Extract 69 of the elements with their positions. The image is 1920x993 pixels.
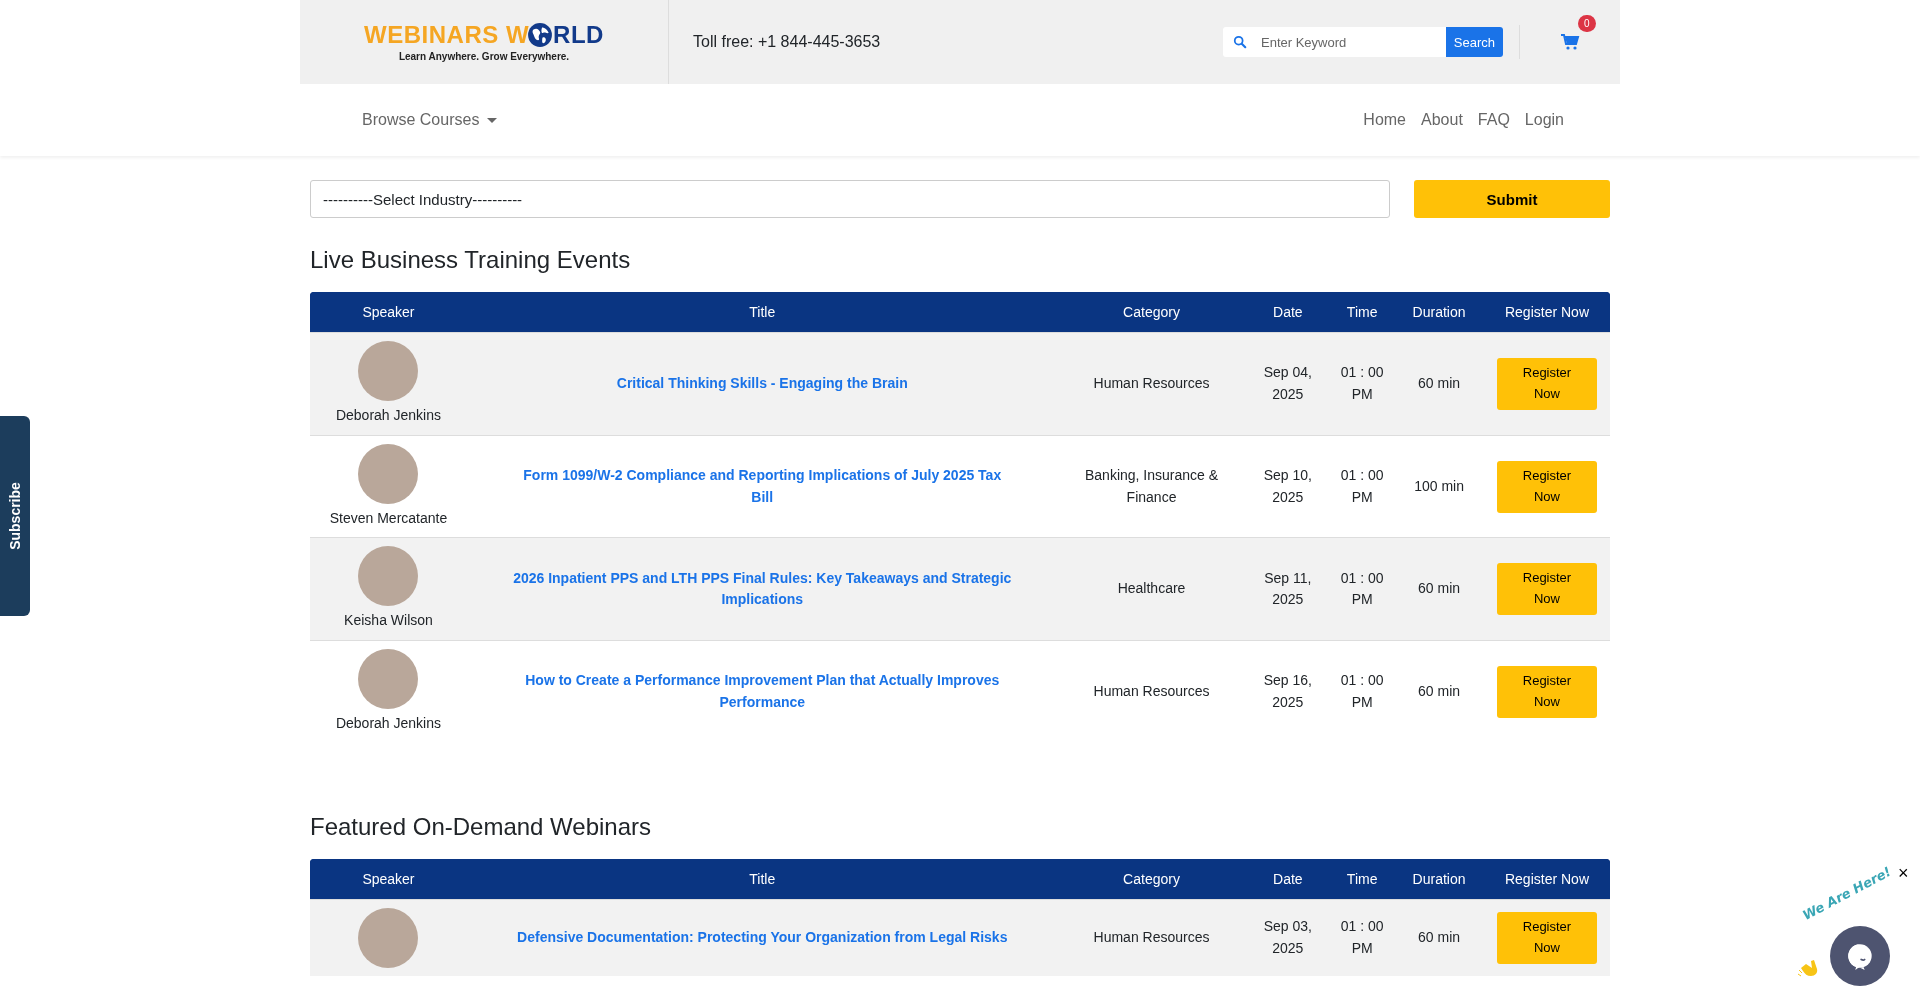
register-now-button[interactable]: Register Now <box>1497 911 1597 964</box>
date-text: Sep 03, 2025 <box>1263 918 1312 956</box>
duration-text: 60 min <box>1418 928 1461 945</box>
register-now-button[interactable]: Register Now <box>1497 460 1597 513</box>
date-text: Sep 04, 2025 <box>1263 364 1312 402</box>
column-header: Register Now <box>1484 292 1610 333</box>
industry-select[interactable]: ----------Select Industry---------- <box>310 180 1390 218</box>
search-button[interactable]: Search <box>1445 27 1503 57</box>
category-text: Human Resources <box>1093 928 1210 945</box>
date-text: Sep 16, 2025 <box>1263 672 1312 710</box>
column-header: Speaker <box>310 858 467 900</box>
column-header: Register Now <box>1484 858 1610 900</box>
register-now-button[interactable]: Register Now <box>1497 665 1597 718</box>
column-header: Time <box>1330 292 1395 333</box>
nav-link[interactable]: FAQ <box>1477 111 1510 129</box>
column-header: Title <box>466 292 1058 333</box>
column-header: Speaker <box>310 292 467 333</box>
time-text: 01 : 00 PM <box>1340 672 1384 710</box>
nav-link[interactable]: Home <box>1363 111 1406 129</box>
webinar-title-link[interactable]: Form 1099/W-2 Compliance and Reporting Implications of July 2025 Tax Bill <box>512 464 1013 509</box>
webinar-title-link[interactable]: How to Create a Performance Improvement Plan that Actually Improves Performance <box>512 670 1013 714</box>
caret-icon <box>487 117 498 123</box>
webinar-title-link[interactable]: Critical Thinking Skills - Engaging the Brain <box>616 373 908 395</box>
category-text: Healthcare <box>1117 580 1186 597</box>
webinar-title-link[interactable]: Defensive Documentation: Protecting Your Organization from Legal Risks <box>517 926 1008 949</box>
category-text: Banking, Insurance & Finance <box>1084 466 1219 505</box>
submit-button[interactable]: Submit <box>1414 180 1610 218</box>
nav-link[interactable]: Login <box>1524 111 1564 129</box>
toll-free-number: Toll free: +1 844-445-3653 <box>693 33 882 51</box>
cart-icon[interactable] <box>1560 33 1580 51</box>
section-heading: Live Business Training Events <box>310 246 632 274</box>
search-field[interactable]: Enter Keyword Search <box>1223 27 1503 57</box>
cart-count-badge: 0 <box>1578 15 1596 32</box>
speaker-name: Steven Mercatante <box>329 508 448 528</box>
time-text: 01 : 00 PM <box>1340 918 1384 956</box>
webinar-title-link[interactable]: 2026 Inpatient PPS and LTH PPS Final Rules: Key Takeaways and Strategic Implications <box>512 567 1013 611</box>
webinars-logo[interactable]: WEBINARS W RLD Learn Anywhere. Grow Everywhere. <box>364 22 604 62</box>
date-text: Sep 10, 2025 <box>1263 466 1312 505</box>
column-header: Duration <box>1394 292 1484 333</box>
column-header: Category <box>1057 858 1246 900</box>
time-text: 01 : 00 PM <box>1340 466 1384 505</box>
duration-text: 60 min <box>1418 683 1461 700</box>
column-header: Duration <box>1394 858 1484 900</box>
browse-courses-dropdown[interactable]: Browse Courses <box>356 110 504 130</box>
duration-text: 100 min <box>1414 477 1464 494</box>
time-text: 01 : 00 PM <box>1340 364 1384 402</box>
column-header: Date <box>1245 858 1331 900</box>
time-text: 01 : 00 PM <box>1340 569 1384 608</box>
column-header: Title <box>466 858 1058 900</box>
speaker-name: Deborah Jenkins <box>335 406 441 425</box>
chat-button[interactable] <box>1830 926 1890 986</box>
column-header: Category <box>1057 292 1246 333</box>
subscribe-tab[interactable]: Subscribe <box>0 416 30 616</box>
nav-link[interactable]: About <box>1421 111 1463 129</box>
category-text: Human Resources <box>1093 375 1210 391</box>
date-text: Sep 11, 2025 <box>1264 569 1312 608</box>
column-header: Time <box>1330 858 1395 900</box>
column-header: Date <box>1245 292 1331 333</box>
duration-text: 60 min <box>1418 580 1461 597</box>
category-text: Human Resources <box>1093 683 1210 700</box>
register-now-button[interactable]: Register Now <box>1497 357 1597 410</box>
close-button[interactable]: × <box>1898 864 1909 882</box>
chat-bubble-icon <box>1846 942 1874 970</box>
search-icon <box>1233 35 1247 49</box>
duration-text: 60 min <box>1418 375 1461 391</box>
speaker-name: Keisha Wilson <box>344 611 433 631</box>
section-heading: Featured On-Demand Webinars <box>310 812 653 841</box>
register-now-button[interactable]: Register Now <box>1497 563 1597 616</box>
speaker-name: Deborah Jenkins <box>335 714 441 734</box>
